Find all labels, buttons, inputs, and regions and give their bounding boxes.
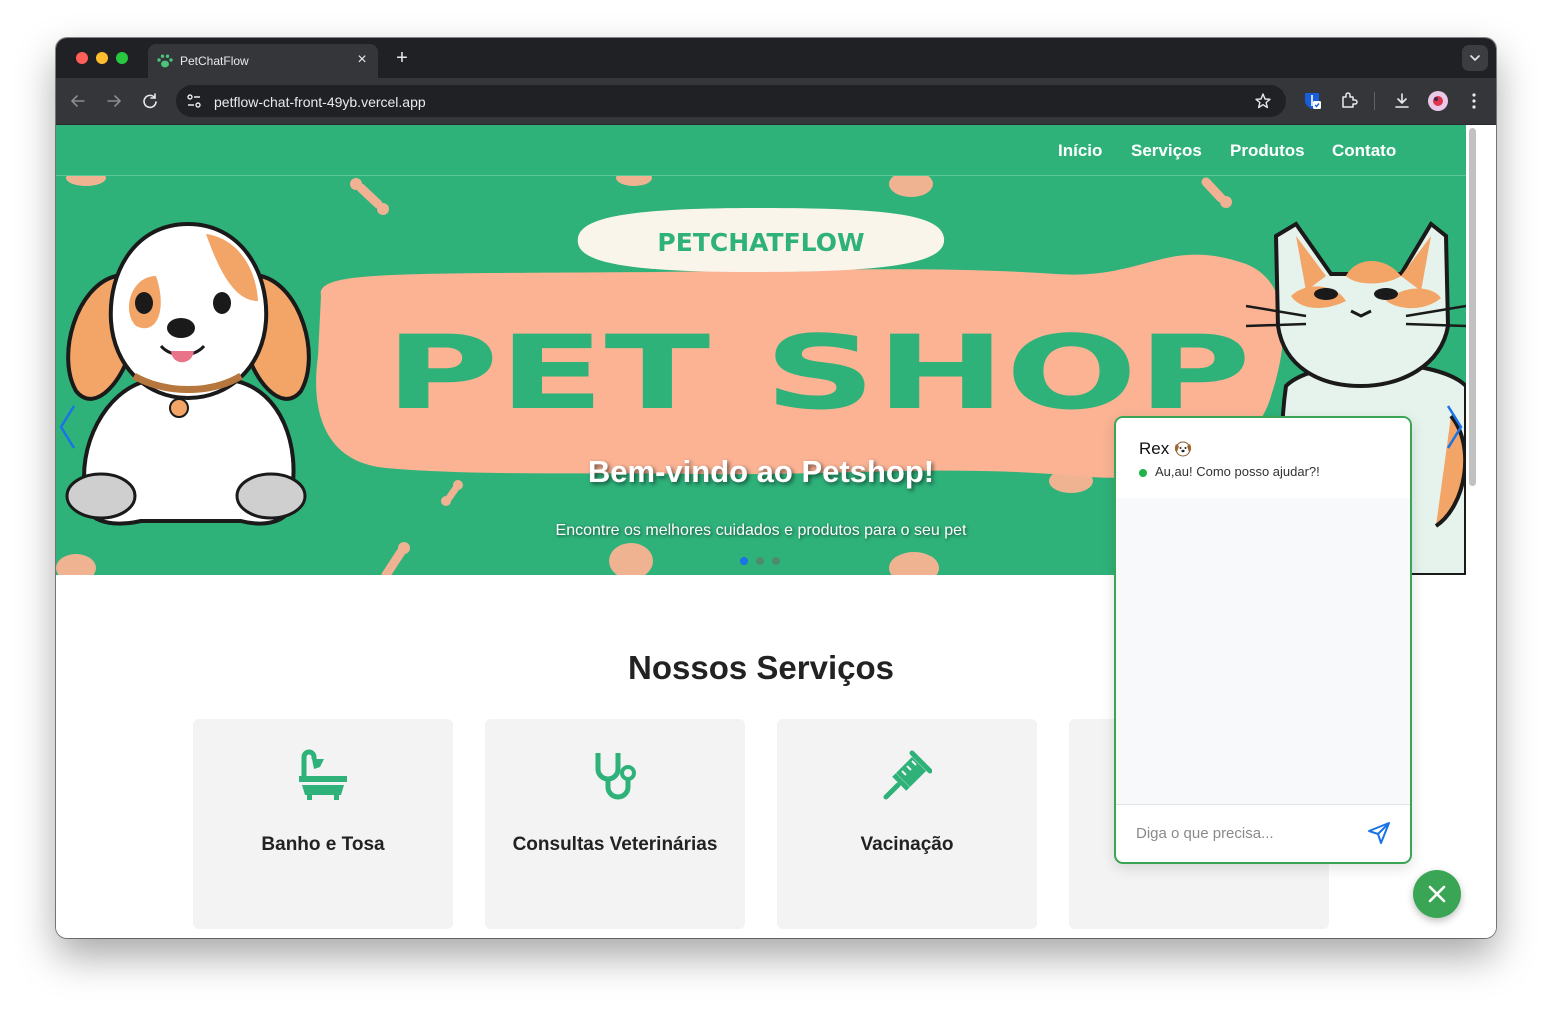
nav-link-contato[interactable]: Contato xyxy=(1332,141,1396,161)
url-text: petflow-chat-front-49yb.vercel.app xyxy=(214,94,426,110)
carousel-dot-1[interactable] xyxy=(740,557,748,565)
online-status-dot xyxy=(1139,469,1147,477)
download-icon[interactable] xyxy=(1390,89,1414,113)
chat-header: Rex Au,au! Como posso ajudar?! xyxy=(1116,418,1410,498)
chat-messages-area xyxy=(1116,498,1410,805)
service-card-banho[interactable]: Banho e Tosa xyxy=(193,719,453,929)
carousel-dot-3[interactable] xyxy=(772,557,780,565)
carousel-dot-2[interactable] xyxy=(756,557,764,565)
nav-link-servicos[interactable]: Serviços xyxy=(1131,141,1202,161)
scrollbar-thumb[interactable] xyxy=(1469,128,1476,486)
address-bar[interactable]: petflow-chat-front-49yb.vercel.app xyxy=(176,85,1286,117)
syringe-icon xyxy=(883,750,932,800)
maximize-window-button[interactable] xyxy=(116,52,128,64)
tab-search-chevron-icon xyxy=(1470,55,1480,62)
paw-favicon-icon xyxy=(157,54,173,68)
reload-icon[interactable] xyxy=(138,89,162,113)
new-tab-button[interactable]: + xyxy=(390,46,414,70)
back-arrow-icon[interactable] xyxy=(66,89,90,113)
bookmark-star-icon[interactable] xyxy=(1254,92,1272,110)
chat-close-button[interactable] xyxy=(1413,870,1461,918)
toolbar-divider xyxy=(1374,92,1375,110)
browser-tab[interactable]: PetChatFlow × xyxy=(148,44,378,78)
service-card-title: Consultas Veterinárias xyxy=(512,834,718,855)
chat-widget: Rex Au,au! Como posso ajudar?! xyxy=(1114,416,1412,864)
bathtub-icon xyxy=(299,749,347,800)
service-card-vacinacao[interactable]: Vacinação xyxy=(777,719,1037,929)
site-info-icon[interactable] xyxy=(185,92,203,110)
page-scrollbar[interactable] xyxy=(1466,125,1496,938)
chat-bot-name: Rex xyxy=(1139,439,1170,458)
tab-close-icon[interactable]: × xyxy=(352,50,372,70)
dog-face-icon xyxy=(1174,441,1192,457)
bitwarden-icon[interactable] xyxy=(1300,89,1324,113)
tab-title: PetChatFlow xyxy=(180,54,249,68)
close-window-button[interactable] xyxy=(76,52,88,64)
carousel-next-arrow-icon[interactable] xyxy=(1444,404,1464,450)
nav-link-inicio[interactable]: Início xyxy=(1058,141,1102,161)
chat-status-text: Au,au! Como posso ajudar?! xyxy=(1155,464,1320,479)
send-icon[interactable] xyxy=(1366,820,1392,846)
nav-link-produtos[interactable]: Produtos xyxy=(1230,141,1305,161)
browser-window: PetChatFlow × + petflow-chat-front-49yb.… xyxy=(56,38,1496,938)
service-card-title: Banho e Tosa xyxy=(261,834,385,855)
browser-toolbar: petflow-chat-front-49yb.vercel.app xyxy=(56,78,1496,125)
web-page: Início Serviços Produtos Contato PETCHAT… xyxy=(56,125,1496,938)
tab-strip: PetChatFlow × + xyxy=(56,38,1496,78)
forward-arrow-icon[interactable] xyxy=(102,89,126,113)
service-card-consultas[interactable]: Consultas Veterinárias xyxy=(485,719,745,929)
banner-logo-text: PETCHATFLOW xyxy=(657,228,864,257)
chat-message-input[interactable] xyxy=(1134,818,1348,848)
carousel-prev-arrow-icon[interactable] xyxy=(58,404,78,450)
tab-search-button[interactable] xyxy=(1462,45,1488,71)
profile-avatar-icon[interactable] xyxy=(1426,89,1450,113)
extensions-icon[interactable] xyxy=(1337,89,1361,113)
minimize-window-button[interactable] xyxy=(96,52,108,64)
menu-kebab-icon[interactable] xyxy=(1462,89,1486,113)
close-icon xyxy=(1428,885,1446,903)
top-navigation: Início Serviços Produtos Contato xyxy=(56,125,1466,176)
service-card-title: Vacinação xyxy=(860,834,954,855)
stethoscope-icon xyxy=(595,753,636,800)
